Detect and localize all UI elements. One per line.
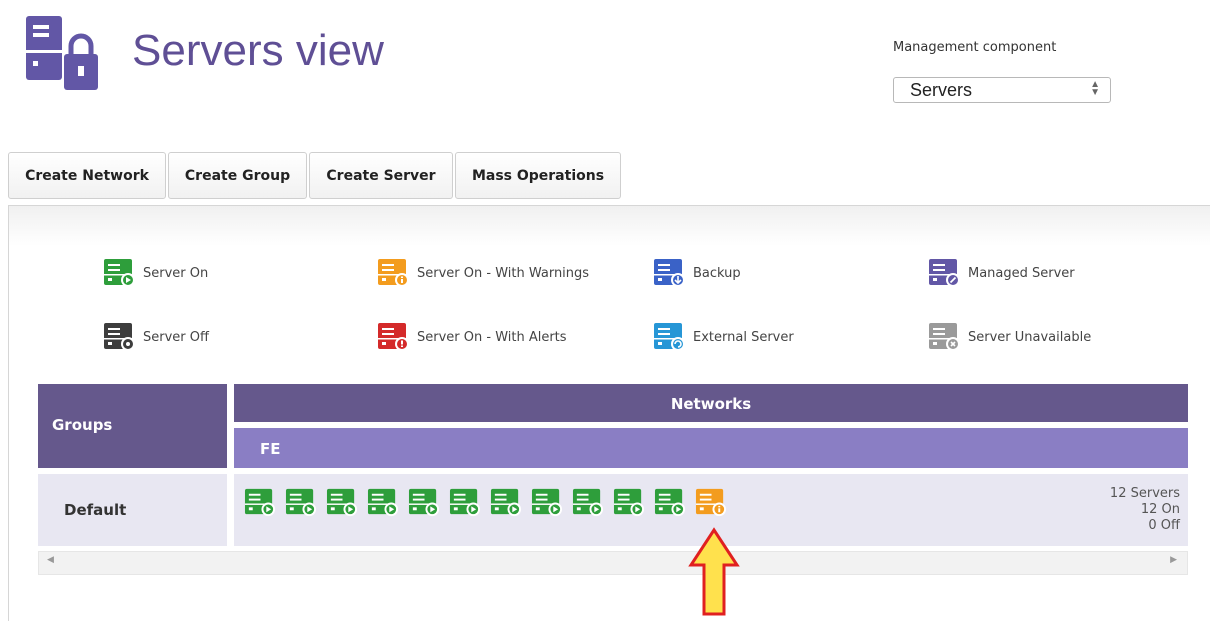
- external-server-icon: [654, 323, 685, 351]
- server-on-icon[interactable]: [326, 486, 359, 519]
- select-arrows-icon: ▲ ▼: [1090, 79, 1100, 98]
- server-on-icon[interactable]: [613, 486, 646, 519]
- annotation-up-arrow-icon: [688, 527, 740, 616]
- legend-label: Managed Server: [968, 265, 1075, 281]
- toolbar: Create Network Create Group Create Serve…: [8, 152, 623, 199]
- server-warning-icon: [378, 259, 409, 287]
- legend-server-off: Server Off: [103, 322, 209, 352]
- network-fe-header[interactable]: FE: [234, 428, 1188, 468]
- create-server-button[interactable]: Create Server: [309, 152, 453, 199]
- server-summary: 12 Servers 12 On 0 Off: [1110, 486, 1180, 534]
- mass-operations-button[interactable]: Mass Operations: [455, 152, 621, 199]
- server-lock-icon: [24, 14, 104, 94]
- summary-total: 12 Servers: [1109, 486, 1180, 501]
- server-unavailable-icon: [929, 323, 960, 351]
- server-on-icon: [104, 259, 135, 287]
- backup-server-icon: [654, 259, 685, 287]
- groups-column-header: Groups: [38, 384, 227, 468]
- server-on-icon[interactable]: [490, 486, 523, 519]
- server-on-icon[interactable]: [654, 486, 687, 519]
- server-on-icon[interactable]: [531, 486, 564, 519]
- server-on-icon[interactable]: [367, 486, 400, 519]
- summary-on: 12 On: [1140, 502, 1180, 517]
- legend-server-alerts: Server On - With Alerts: [377, 322, 567, 352]
- legend-label: Backup: [693, 265, 741, 281]
- legend-label: Server On: [143, 265, 209, 281]
- legend-server-unavailable: Server Unavailable: [928, 322, 1091, 352]
- server-on-icon[interactable]: [285, 486, 318, 519]
- server-icons: [244, 486, 728, 519]
- server-warning-icon[interactable]: [695, 486, 728, 519]
- group-row-default[interactable]: Default: [38, 474, 227, 546]
- server-alert-icon: [378, 323, 409, 351]
- legend-backup: Backup: [653, 258, 741, 288]
- scroll-right-icon[interactable]: ▶: [1170, 555, 1177, 565]
- summary-off: 0 Off: [1148, 518, 1180, 533]
- networks-column-header: Networks: [234, 384, 1188, 422]
- legend-label: Server Off: [143, 329, 209, 345]
- scroll-left-icon[interactable]: ◀: [47, 555, 54, 565]
- horizontal-scrollbar[interactable]: ◀ ▶: [38, 551, 1188, 575]
- legend-server-warning: Server On - With Warnings: [377, 258, 589, 288]
- legend-managed-server: Managed Server: [928, 258, 1075, 288]
- management-component-label: Management component: [893, 40, 1057, 55]
- server-off-icon: [104, 323, 135, 351]
- create-network-button[interactable]: Create Network: [8, 152, 166, 199]
- server-on-icon[interactable]: [244, 486, 277, 519]
- legend-external-server: External Server: [653, 322, 794, 352]
- server-on-icon[interactable]: [572, 486, 605, 519]
- server-on-icon[interactable]: [408, 486, 441, 519]
- create-group-button[interactable]: Create Group: [168, 152, 307, 199]
- server-on-icon[interactable]: [449, 486, 482, 519]
- legend-label: Server On - With Alerts: [417, 329, 567, 345]
- legend-label: Server On - With Warnings: [417, 265, 590, 281]
- managed-server-icon: [929, 259, 960, 287]
- legend-server-on: Server On: [103, 258, 208, 288]
- page-title: Servers view: [132, 26, 384, 75]
- management-component-select[interactable]: Servers ▲ ▼: [893, 77, 1111, 103]
- legend-label: External Server: [693, 329, 794, 345]
- legend-label: Server Unavailable: [968, 329, 1092, 345]
- management-component-value: Servers: [910, 80, 973, 100]
